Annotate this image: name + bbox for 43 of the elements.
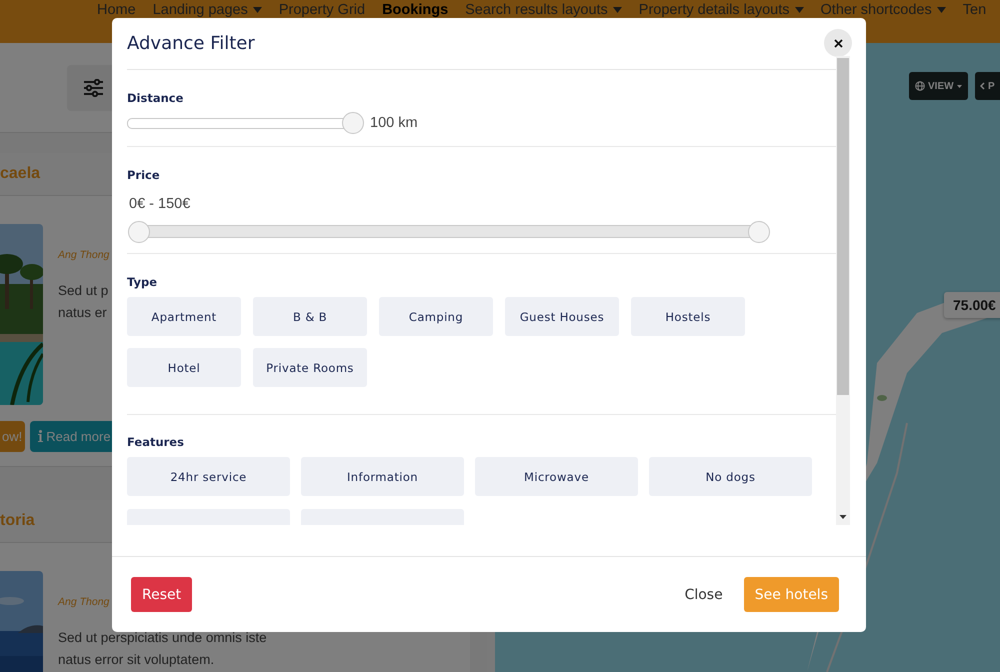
option-chip[interactable]: Information [301,457,464,496]
option-chip[interactable]: No dogs [649,457,812,496]
range-handle[interactable] [748,220,770,242]
slider-value: 100 km [370,115,418,131]
listing-location: Ang Thong [58,249,110,261]
slider-thumb[interactable] [342,112,364,134]
listing-description: Sed ut p natus er [58,282,108,322]
caret-icon [794,7,804,13]
filter-button[interactable] [67,64,112,110]
caret-icon [936,7,946,13]
caret-icon [612,7,622,13]
option-chip[interactable]: Microwave [475,457,638,496]
option-chip[interactable]: Camping [379,297,493,336]
option-chip[interactable]: Apartment [127,297,241,336]
caret-icon [252,7,262,13]
nav-link[interactable]: Bookings [382,2,448,18]
section-label: Type [127,275,158,289]
globe-icon [915,81,925,91]
info-icon [38,430,44,442]
section-label: Features [127,435,185,449]
option-chip[interactable]: Guest Houses [505,297,619,336]
sliders-icon [84,78,103,96]
option-chip[interactable]: B & B [253,297,367,336]
close-button[interactable] [824,29,852,57]
section-label: Distance [127,91,184,105]
chevron-left-icon [980,82,985,90]
dialog-title: Advance Filter [127,33,255,54]
listing-description: Sed ut perspiciatis unde omnis iste natus error sit voluptatem. [58,629,267,669]
option-chip[interactable]: Hostels [631,297,745,336]
option-chip[interactable]: 24hr service [127,457,290,496]
caret-icon [956,84,962,88]
option-chip[interactable]: Private Rooms [253,348,367,387]
range-value: 0€ - 150€ [129,196,190,212]
option-chip[interactable]: Hotel [127,348,241,387]
close-text-button[interactable]: Close [684,577,723,612]
reset-button[interactable]: Reset [131,577,192,612]
close-icon [834,38,842,48]
range-handle[interactable] [128,220,150,242]
view-button[interactable]: VIEW [909,72,968,100]
previous-button[interactable]: P [975,72,1000,100]
listing-location: Ang Thong [58,596,110,608]
section-label: Price [127,168,161,182]
price-marker[interactable]: 75.00€ [944,292,1000,318]
